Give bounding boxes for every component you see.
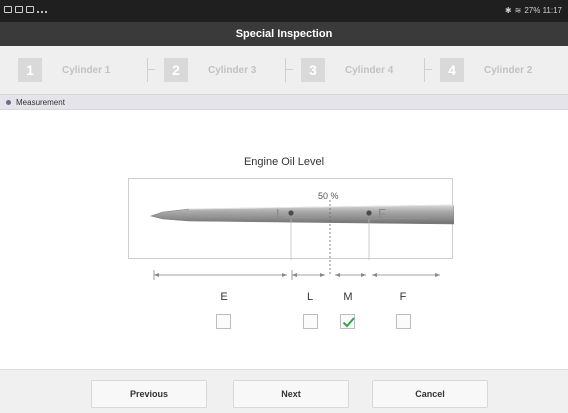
bullet-icon xyxy=(6,100,11,105)
step-number: 2 xyxy=(164,58,188,82)
option-label-f: F xyxy=(399,291,407,303)
l-mark-hole xyxy=(288,210,294,216)
step-separator xyxy=(285,58,293,82)
previous-button[interactable]: Previous xyxy=(91,380,207,408)
l-mark-label: L xyxy=(276,206,283,221)
status-icons-right: ✱ ≋ 27% 11:17 xyxy=(505,6,562,15)
checkbox-e[interactable] xyxy=(216,314,231,329)
notification-icon xyxy=(15,6,23,13)
status-bar: ✱ ≋ 27% 11:17 xyxy=(0,0,568,22)
checkbox-m[interactable] xyxy=(340,314,355,329)
section-header: Measurement xyxy=(0,94,568,110)
step-label: Cylinder 2 xyxy=(484,64,533,76)
step-separator xyxy=(147,58,155,82)
battery-time-text: 27% 11:17 xyxy=(524,6,562,15)
gauge-title: Engine Oil Level xyxy=(243,156,325,168)
image-icon xyxy=(26,6,34,13)
step-3[interactable]: 3 Cylinder 4 xyxy=(301,58,393,82)
f-mark-hole xyxy=(366,210,372,216)
cancel-button[interactable]: Cancel xyxy=(372,380,488,408)
wifi-icon: ≋ xyxy=(514,6,522,15)
checkbox-l[interactable] xyxy=(303,314,318,329)
option-label-e: E xyxy=(220,291,228,303)
dipstick-graphic: L F xyxy=(149,204,454,260)
step-4[interactable]: 4 Cylinder 2 xyxy=(440,58,532,82)
step-2[interactable]: 2 Cylinder 3 xyxy=(164,58,256,82)
step-indicator: 1 Cylinder 1 2 Cylinder 3 3 Cylinder 4 4… xyxy=(0,46,568,94)
option-label-m: M xyxy=(343,291,353,303)
dipstick-image: L F xyxy=(128,178,454,260)
option-label-l: L xyxy=(306,291,314,303)
f-mark-label: F xyxy=(378,206,386,221)
step-label: Cylinder 3 xyxy=(208,64,257,76)
step-number: 1 xyxy=(18,58,42,82)
more-notifications-icon xyxy=(37,10,47,13)
footer-bar: Previous Next Cancel xyxy=(0,369,568,413)
status-icons-left xyxy=(4,6,47,13)
step-label: Cylinder 4 xyxy=(345,64,394,76)
section-label: Measurement xyxy=(16,98,65,107)
oil-level-percent: 50 % xyxy=(318,191,339,201)
bluetooth-icon: ✱ xyxy=(504,6,512,15)
step-label: Cylinder 1 xyxy=(62,64,111,76)
message-icon xyxy=(4,6,12,13)
page-title: Special Inspection xyxy=(0,22,568,46)
step-separator xyxy=(424,58,432,82)
step-1[interactable]: 1 Cylinder 1 xyxy=(18,58,110,82)
next-button[interactable]: Next xyxy=(233,380,349,408)
step-number: 3 xyxy=(301,58,325,82)
checkmark-icon xyxy=(342,317,355,328)
step-number: 4 xyxy=(440,58,464,82)
checkbox-f[interactable] xyxy=(396,314,411,329)
